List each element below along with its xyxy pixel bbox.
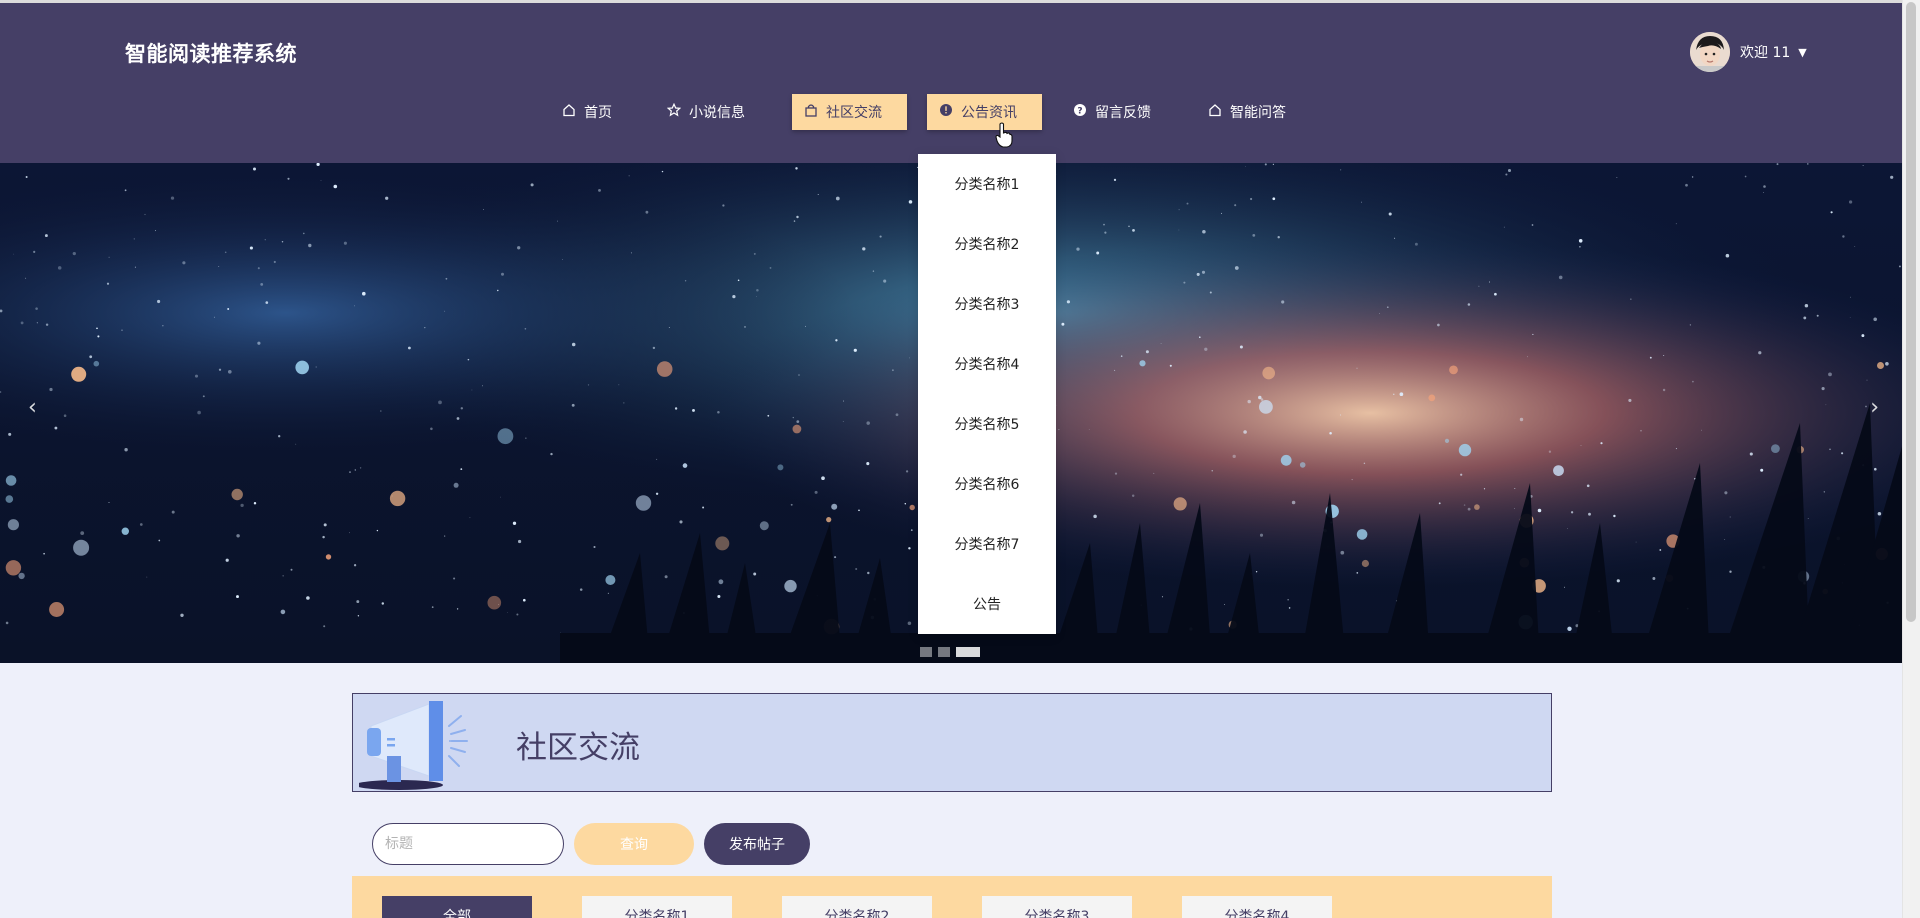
publish-post-button[interactable]: 发布帖子 (704, 823, 810, 865)
home-icon (562, 103, 576, 121)
question-icon: ? (1073, 103, 1087, 121)
carousel-indicators (920, 647, 980, 657)
nav-item-home[interactable]: 首页 (550, 94, 624, 130)
query-button[interactable]: 查询 (574, 823, 694, 865)
nav-label: 小说信息 (689, 105, 745, 121)
nav-item-announcements[interactable]: 公告资讯 (927, 94, 1042, 130)
star-icon (666, 102, 682, 121)
dropdown-item[interactable]: 分类名称2 (918, 214, 1056, 274)
dropdown-item[interactable]: 分类名称5 (918, 394, 1056, 454)
title-search-input[interactable] (372, 823, 564, 865)
site-logo-title[interactable]: 智能阅读推荐系统 (125, 38, 297, 68)
hand-cursor-icon (995, 122, 1013, 148)
category-tab[interactable]: 分类名称4 (1182, 896, 1332, 918)
category-tab[interactable]: 分类名称2 (782, 896, 932, 918)
nav-item-novels[interactable]: 小说信息 (655, 94, 757, 130)
header: 智能阅读推荐系统 欢迎 11 ▼ 首页 小说信息 社区交流 公告资讯 ? 留言反… (0, 0, 1903, 163)
caret-down-icon: ▼ (1798, 45, 1807, 59)
dropdown-item[interactable]: 分类名称7 (918, 514, 1056, 574)
dropdown-item[interactable]: 分类名称1 (918, 154, 1056, 214)
carousel-dot-active[interactable] (956, 647, 980, 657)
vertical-scrollbar[interactable] (1902, 0, 1920, 918)
svg-text:?: ? (1077, 107, 1082, 117)
carousel-next-arrow[interactable]: › (1870, 395, 1879, 420)
carousel-prev-arrow[interactable]: ‹ (28, 395, 37, 420)
dropdown-item[interactable]: 分类名称6 (918, 454, 1056, 514)
carousel-dot[interactable] (938, 647, 950, 657)
dropdown-item-announcement[interactable]: 公告 (918, 574, 1056, 634)
megaphone-icon (359, 701, 468, 790)
section-header: 社区交流 (352, 693, 1552, 792)
avatar[interactable] (1690, 32, 1730, 72)
main-nav: 首页 小说信息 社区交流 公告资讯 ? 留言反馈 智能问答 (0, 94, 1903, 130)
dropdown-item[interactable]: 分类名称3 (918, 274, 1056, 334)
nav-item-feedback[interactable]: ? 留言反馈 (1061, 94, 1163, 130)
dropdown-item[interactable]: 分类名称4 (918, 334, 1056, 394)
home-icon (1208, 103, 1222, 121)
bag-icon (804, 103, 818, 121)
top-border (0, 0, 1903, 3)
nav-label: 智能问答 (1230, 105, 1286, 121)
scrollbar-thumb[interactable] (1906, 2, 1916, 622)
category-tab-all[interactable]: 全部 (382, 896, 532, 918)
carousel-dot[interactable] (920, 647, 932, 657)
welcome-text: 欢迎 11 (1740, 45, 1791, 61)
page: 智能阅读推荐系统 欢迎 11 ▼ 首页 小说信息 社区交流 公告资讯 ? 留言反… (0, 0, 1903, 918)
nav-label: 社区交流 (826, 105, 882, 121)
announcements-dropdown: 分类名称1 分类名称2 分类名称3 分类名称4 分类名称5 分类名称6 分类名称… (918, 154, 1056, 634)
nav-label: 留言反馈 (1095, 105, 1151, 121)
user-menu[interactable]: 欢迎 11 ▼ (1690, 32, 1807, 72)
nav-item-community[interactable]: 社区交流 (792, 94, 907, 130)
category-tab[interactable]: 分类名称1 (582, 896, 732, 918)
nav-item-smart-qa[interactable]: 智能问答 (1196, 94, 1298, 130)
nav-label: 首页 (584, 105, 612, 121)
nav-label: 公告资讯 (961, 105, 1017, 121)
category-bar: 全部 分类名称1 分类名称2 分类名称3 分类名称4 (352, 876, 1552, 918)
category-tab[interactable]: 分类名称3 (982, 896, 1132, 918)
section-title: 社区交流 (516, 730, 640, 766)
alert-icon (939, 103, 953, 121)
